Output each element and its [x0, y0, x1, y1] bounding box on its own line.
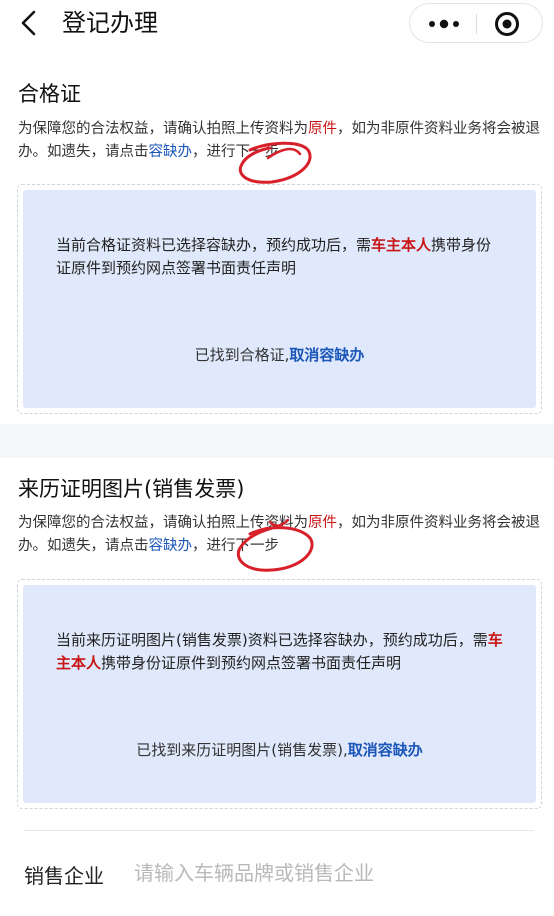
desc-text: ，进行下一步	[192, 144, 279, 160]
nav-bar: 登记办理	[0, 0, 554, 46]
cancel-waiver-link[interactable]: 取消容缺办	[348, 741, 423, 759]
found-status: 已找到来历证明图片(销售发票),取消容缺办	[23, 739, 536, 760]
target-circle-icon	[495, 12, 519, 36]
desc-text: ，进行下一步	[192, 538, 279, 554]
card-notice: 当前来历证明图片(销售发票)资料已选择容缺办，预约成功后，需车主本人携带身份证原…	[56, 629, 506, 675]
close-mini-program-button[interactable]	[494, 11, 520, 37]
capsule-divider	[476, 14, 477, 34]
chevron-left-icon	[21, 10, 36, 36]
more-button[interactable]	[424, 12, 464, 36]
waiver-link[interactable]: 容缺办	[149, 144, 193, 160]
section-divider	[0, 424, 554, 458]
notice-text: 携带身份证原件到预约网点签署书面责任声明	[101, 654, 402, 672]
more-dots-icon	[429, 19, 459, 29]
cancel-waiver-link[interactable]: 取消容缺办	[289, 346, 364, 364]
found-text: 已找到来历证明图片(销售发票),	[136, 741, 348, 759]
back-button[interactable]	[14, 6, 50, 40]
desc-original-highlight: 原件	[308, 121, 337, 137]
sales-company-input[interactable]	[134, 856, 514, 890]
card-inner: 当前合格证资料已选择容缺办，预约成功后，需车主本人携带身份证原件到预约网点签署书…	[23, 190, 536, 408]
invoice-upload-card[interactable]: 当前来历证明图片(销售发票)资料已选择容缺办，预约成功后，需车主本人携带身份证原…	[17, 579, 542, 809]
notice-text: 当前合格证资料已选择容缺办，预约成功后，需	[56, 236, 372, 254]
found-status: 已找到合格证,取消容缺办	[23, 344, 536, 365]
owner-highlight: 车主本人	[371, 236, 432, 254]
desc-original-highlight: 原件	[308, 515, 337, 531]
section-desc-invoice: 为保障您的合法权益，请确认拍照上传资料为原件，如为非原件资料业务将会被退办。如遗…	[18, 512, 542, 558]
desc-text: 为保障您的合法权益，请确认拍照上传资料为	[18, 121, 308, 137]
found-text: 已找到合格证,	[194, 346, 290, 364]
card-inner: 当前来历证明图片(销售发票)资料已选择容缺办，预约成功后，需车主本人携带身份证原…	[23, 585, 536, 803]
sales-company-label: 销售企业	[24, 864, 104, 888]
section-title-invoice: 来历证明图片(销售发票)	[18, 477, 245, 501]
mini-program-capsule	[409, 3, 543, 43]
field-separator	[24, 830, 534, 831]
notice-text: 当前来历证明图片(销售发票)资料已选择容缺办，预约成功后，需	[56, 631, 488, 649]
desc-text: 为保障您的合法权益，请确认拍照上传资料为	[18, 515, 308, 531]
section-title-certificate: 合格证	[18, 82, 81, 106]
card-notice: 当前合格证资料已选择容缺办，预约成功后，需车主本人携带身份证原件到预约网点签署书…	[56, 234, 506, 280]
certificate-upload-card[interactable]: 当前合格证资料已选择容缺办，预约成功后，需车主本人携带身份证原件到预约网点签署书…	[17, 184, 542, 414]
waiver-link[interactable]: 容缺办	[149, 538, 193, 554]
page-title: 登记办理	[62, 9, 158, 37]
section-desc-certificate: 为保障您的合法权益，请确认拍照上传资料为原件，如为非原件资料业务将会被退办。如遗…	[18, 118, 542, 164]
